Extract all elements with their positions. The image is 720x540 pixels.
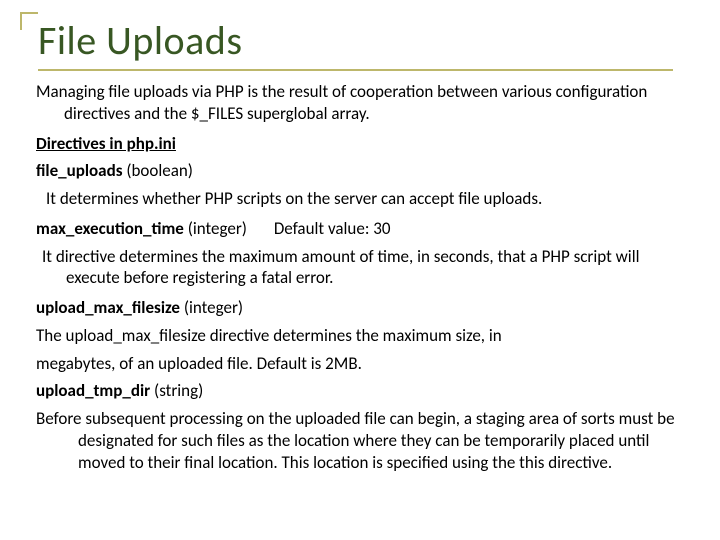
slide-body: Managing file uploads via PHP is the res… [36, 81, 684, 473]
type-upload-tmp-dir: (string) [154, 380, 203, 401]
directive-file-uploads: file_uploads (boolean) [36, 160, 684, 182]
type-upload-max-filesize: (integer) [184, 297, 243, 318]
term-upload-max-filesize: upload_max_filesize [36, 297, 180, 318]
default-max-execution-time: Default value: 30 [274, 218, 391, 239]
type-file-uploads: (boolean) [126, 160, 193, 181]
directive-upload-max-filesize: upload_max_filesize (integer) [36, 297, 684, 319]
desc-file-uploads: It determines whether PHP scripts on the… [36, 188, 684, 210]
desc-upload-tmp-dir: Before subsequent processing on the uplo… [36, 408, 684, 473]
directive-max-execution-time: max_execution_time (integer) Default val… [36, 218, 684, 240]
intro-text: Managing file uploads via PHP is the res… [36, 81, 684, 125]
term-upload-tmp-dir: upload_tmp_dir [36, 380, 150, 401]
desc-upload-max-filesize-1: The upload_max_filesize directive determ… [36, 325, 684, 347]
term-file-uploads: file_uploads [36, 160, 122, 181]
directive-upload-tmp-dir: upload_tmp_dir (string) [36, 380, 684, 402]
corner-decoration [20, 12, 38, 30]
title-rule [38, 69, 673, 71]
term-max-execution-time: max_execution_time [36, 218, 184, 239]
section-heading: Directives in php.ini [36, 133, 684, 155]
slide-title: File Uploads [38, 16, 684, 65]
desc-max-execution-time: It directive determines the maximum amou… [36, 246, 684, 290]
type-max-execution-time: (integer) [188, 218, 247, 239]
desc-upload-max-filesize-2: megabytes, of an uploaded file. Default … [36, 353, 684, 375]
slide: File Uploads Managing file uploads via P… [0, 0, 720, 540]
